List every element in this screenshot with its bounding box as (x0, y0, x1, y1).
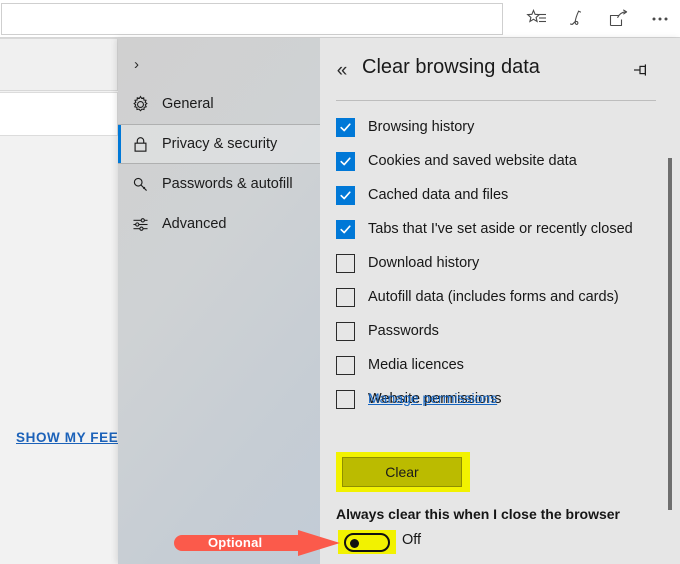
always-clear-toggle[interactable] (344, 533, 390, 552)
checkbox-download-history[interactable] (336, 253, 355, 273)
browser-toolbar (0, 0, 680, 38)
share-icon[interactable] (598, 0, 639, 38)
checkbox-website-permissions[interactable] (336, 389, 355, 409)
toggle-knob (350, 539, 359, 548)
page-title: Clear browsing data (362, 56, 540, 78)
address-bar-input[interactable] (1, 3, 503, 35)
checkbox-row-download-history[interactable]: Download history (320, 246, 680, 280)
panel-scrollbar-track[interactable] (668, 38, 676, 564)
checkbox-row-cached-data[interactable]: Cached data and files (320, 178, 680, 212)
checkbox-media-licences[interactable] (336, 355, 355, 375)
key-icon (118, 175, 162, 194)
checkbox-row-autofill-data[interactable]: Autofill data (includes forms and cards) (320, 280, 680, 314)
checkbox-label: Tabs that I've set aside or recently clo… (368, 221, 633, 237)
gear-icon (118, 95, 162, 114)
nav-forward-button[interactable]: › (118, 46, 320, 82)
sidebar-item-label: General (162, 96, 214, 112)
checkbox-label: Media licences (368, 357, 464, 373)
settings-nav-list: General Privacy & security Passwords & a… (118, 84, 320, 244)
sidebar-item-label: Passwords & autofill (162, 176, 293, 192)
clear-button[interactable]: Clear (342, 457, 462, 487)
checkbox-label: Cookies and saved website data (368, 153, 577, 169)
checkbox-label: Browsing history (368, 119, 475, 135)
news-card-lower[interactable] (0, 92, 118, 136)
sidebar-item-privacy-security[interactable]: Privacy & security (118, 124, 320, 164)
optional-annotation-arrow (174, 530, 340, 556)
more-icon[interactable] (639, 0, 680, 38)
checkbox-label: Cached data and files (368, 187, 509, 203)
back-icon[interactable]: « (328, 56, 356, 84)
checkbox-passwords[interactable] (336, 321, 355, 341)
notes-icon[interactable] (557, 0, 598, 38)
news-card-upper[interactable] (0, 38, 118, 91)
checkbox-row-tabs-set-aside[interactable]: Tabs that I've set aside or recently clo… (320, 212, 680, 246)
header-divider (336, 100, 656, 101)
lock-icon (118, 135, 162, 154)
sidebar-item-label: Advanced (162, 216, 227, 232)
sidebar-item-general[interactable]: General (118, 84, 320, 124)
checkbox-cached-data-and-files[interactable] (336, 185, 355, 205)
checkbox-tabs-set-aside[interactable] (336, 219, 355, 239)
clear-data-checkbox-list: Browsing history Cookies and saved websi… (320, 110, 680, 416)
manage-permissions-link[interactable]: Manage permissions (368, 390, 497, 406)
checkbox-browsing-history[interactable] (336, 117, 355, 137)
checkbox-row-browsing-history[interactable]: Browsing history (320, 110, 680, 144)
checkbox-row-passwords[interactable]: Passwords (320, 314, 680, 348)
always-clear-label: Always clear this when I close the brows… (336, 506, 620, 522)
toggle-state-label: Off (402, 532, 422, 548)
favorites-icon[interactable] (516, 0, 557, 38)
checkbox-label: Passwords (368, 323, 439, 339)
checkbox-row-cookies[interactable]: Cookies and saved website data (320, 144, 680, 178)
checkbox-label: Download history (368, 255, 480, 271)
browser-toolbar-buttons (516, 0, 680, 38)
panel-header: « Clear browsing data (320, 38, 680, 98)
checkbox-row-media-licences[interactable]: Media licences (320, 348, 680, 382)
settings-nav-rail: › General Privacy & security Passwords &… (118, 38, 320, 564)
sidebar-item-passwords-autofill[interactable]: Passwords & autofill (118, 164, 320, 204)
checkbox-cookies-and-saved-website-data[interactable] (336, 151, 355, 171)
sidebar-item-advanced[interactable]: Advanced (118, 204, 320, 244)
checkbox-autofill-data[interactable] (336, 287, 355, 307)
sidebar-item-label: Privacy & security (162, 136, 278, 152)
sliders-icon (118, 215, 162, 234)
panel-scrollbar-thumb[interactable] (668, 158, 672, 510)
show-my-feed-link[interactable]: SHOW MY FEED (16, 430, 129, 445)
checkbox-label: Autofill data (includes forms and cards) (368, 289, 619, 305)
chevron-right-icon: › (134, 55, 139, 73)
pin-icon[interactable] (630, 58, 656, 82)
